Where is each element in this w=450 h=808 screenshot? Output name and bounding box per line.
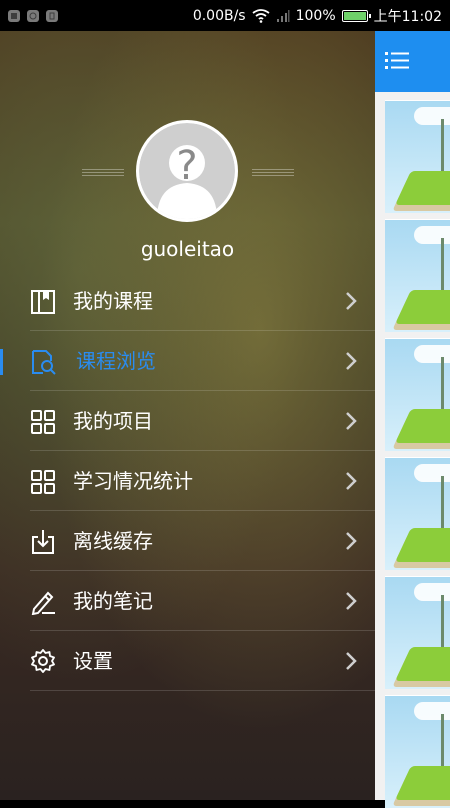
drawer-menu: 我的课程 课程浏览 我的项目 学习情况统计 离线缓存 我的笔记 设置: [0, 271, 375, 691]
menu-item-label: 离线缓存: [73, 529, 153, 553]
username: guoleitao: [140, 237, 235, 261]
menu-item-my-courses[interactable]: 我的课程: [0, 271, 375, 331]
chevron-right-icon: [346, 472, 357, 490]
active-indicator: [0, 349, 3, 375]
chevron-right-icon: [346, 352, 357, 370]
chevron-right-icon: [346, 532, 357, 550]
notification-icon: [46, 9, 58, 22]
menu-item-settings[interactable]: 设置: [0, 631, 375, 691]
unknown-user-icon: ?: [157, 143, 217, 219]
grid-icon: [31, 470, 55, 494]
notification-icon: [8, 9, 20, 22]
wifi-icon: [252, 8, 270, 23]
net-speed: 0.00B/s: [192, 7, 246, 24]
course-thumbnail[interactable]: [385, 100, 450, 213]
menu-item-label: 我的课程: [73, 289, 153, 313]
course-browse-icon: [32, 350, 56, 375]
course-thumbnail[interactable]: [385, 457, 450, 570]
main-content: [375, 31, 450, 808]
menu-item-label: 我的项目: [73, 409, 153, 433]
signal-icon: [276, 9, 290, 22]
book-icon: [31, 290, 55, 314]
menu-item-course-browse[interactable]: 课程浏览: [0, 331, 375, 391]
chevron-right-icon: [346, 292, 357, 310]
pencil-icon: [31, 591, 55, 615]
course-thumbnail[interactable]: [385, 576, 450, 689]
list-menu-icon[interactable]: [385, 51, 409, 71]
download-icon: [32, 530, 54, 554]
notification-icons: [0, 9, 58, 22]
course-thumbnail[interactable]: [385, 695, 450, 808]
menu-item-learning-stats[interactable]: 学习情况统计: [0, 451, 375, 511]
avatar-decoration-left: [82, 169, 124, 176]
menu-item-label: 学习情况统计: [73, 469, 193, 493]
course-thumbnail[interactable]: [385, 219, 450, 332]
gear-icon: [31, 649, 55, 673]
svg-text:?: ?: [176, 143, 197, 189]
app-toolbar: [375, 31, 450, 92]
chevron-right-icon: [346, 592, 357, 610]
chevron-right-icon: [346, 652, 357, 670]
status-bar: 0.00B/s 100% 上午11:02: [0, 0, 450, 31]
avatar[interactable]: ?: [136, 120, 238, 222]
course-thumbnail[interactable]: [385, 338, 450, 451]
avatar-decoration-right: [252, 169, 294, 176]
menu-item-my-projects[interactable]: 我的项目: [0, 391, 375, 451]
menu-item-offline-cache[interactable]: 离线缓存: [0, 511, 375, 571]
battery-icon: [341, 9, 371, 22]
notification-icon: [27, 9, 39, 22]
clock: 上午11:02: [373, 8, 442, 25]
menu-item-label: 设置: [73, 649, 113, 673]
navigation-drawer: ? guoleitao 我的课程 课程浏览 我的项目 学习情况统计 离线缓存 我…: [0, 31, 375, 800]
menu-item-label: 课程浏览: [76, 349, 156, 373]
divider: [30, 690, 375, 691]
chevron-right-icon: [346, 412, 357, 430]
menu-item-label: 我的笔记: [73, 589, 153, 613]
battery-percent: 100%: [295, 7, 336, 24]
grid-icon: [31, 410, 55, 434]
menu-item-my-notes[interactable]: 我的笔记: [0, 571, 375, 631]
